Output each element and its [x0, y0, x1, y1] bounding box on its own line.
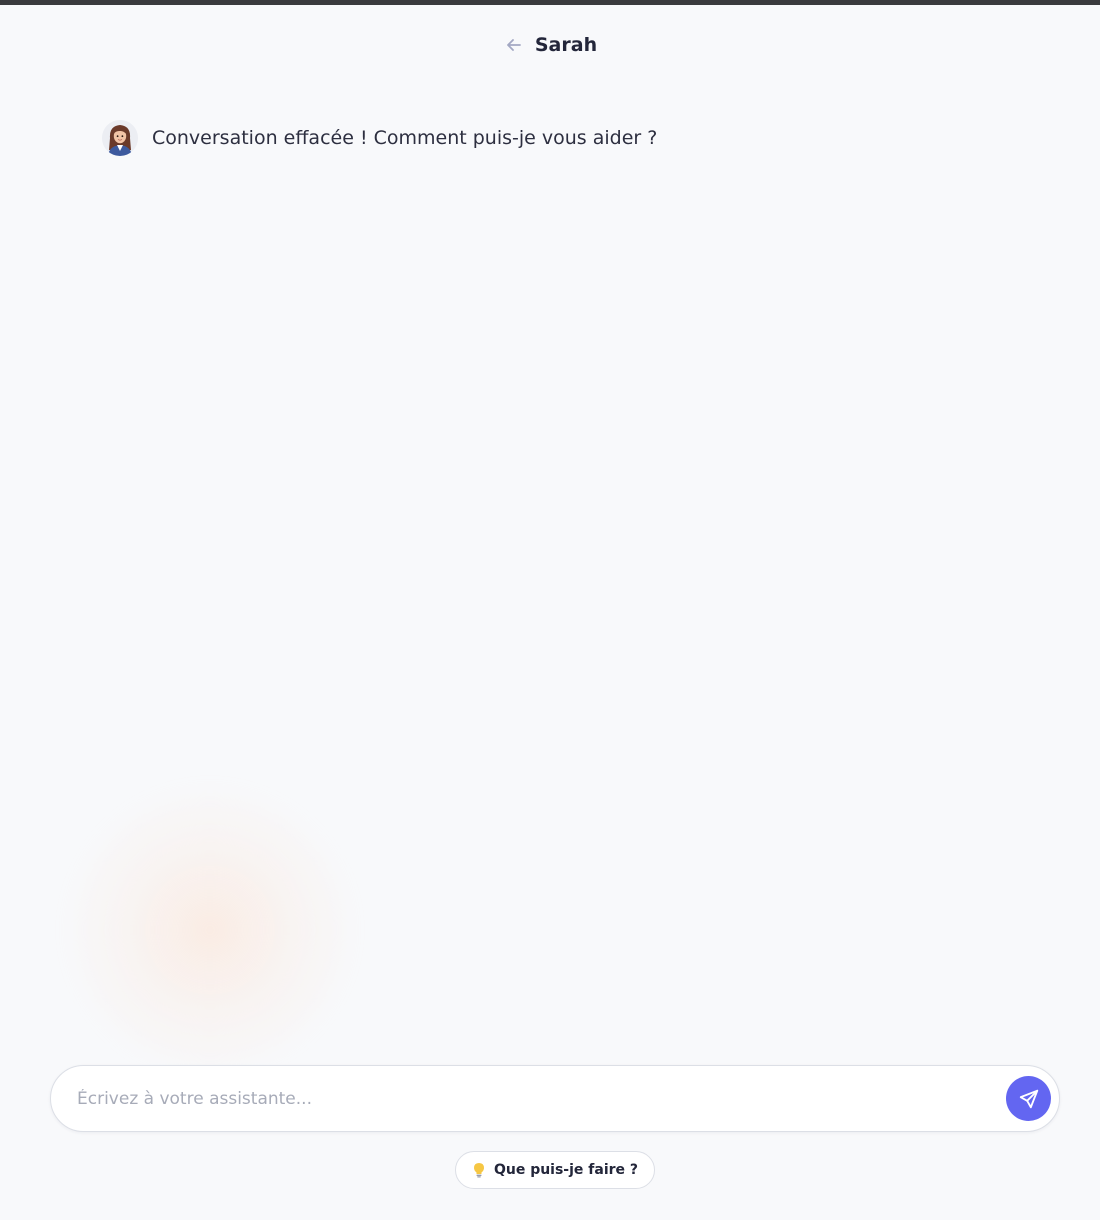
arrow-left-icon[interactable]	[503, 34, 525, 56]
message-text: Conversation effacée ! Comment puis-je v…	[152, 127, 658, 149]
send-button[interactable]	[1006, 1076, 1051, 1121]
assistant-name: Sarah	[534, 34, 598, 56]
assistant-message: Conversation effacée ! Comment puis-je v…	[102, 120, 657, 156]
background-glow	[60, 780, 360, 1080]
window-top-bar	[0, 0, 1100, 5]
assistant-avatar	[102, 120, 138, 156]
suggestion-chip[interactable]: Que puis-je faire ?	[455, 1151, 655, 1189]
suggestion-label: Que puis-je faire ?	[493, 1162, 639, 1178]
message-input[interactable]	[77, 1088, 1006, 1109]
lightbulb-icon	[472, 1161, 486, 1179]
send-icon	[1018, 1088, 1040, 1110]
chat-header: Sarah	[0, 30, 1100, 60]
message-composer	[50, 1065, 1060, 1132]
